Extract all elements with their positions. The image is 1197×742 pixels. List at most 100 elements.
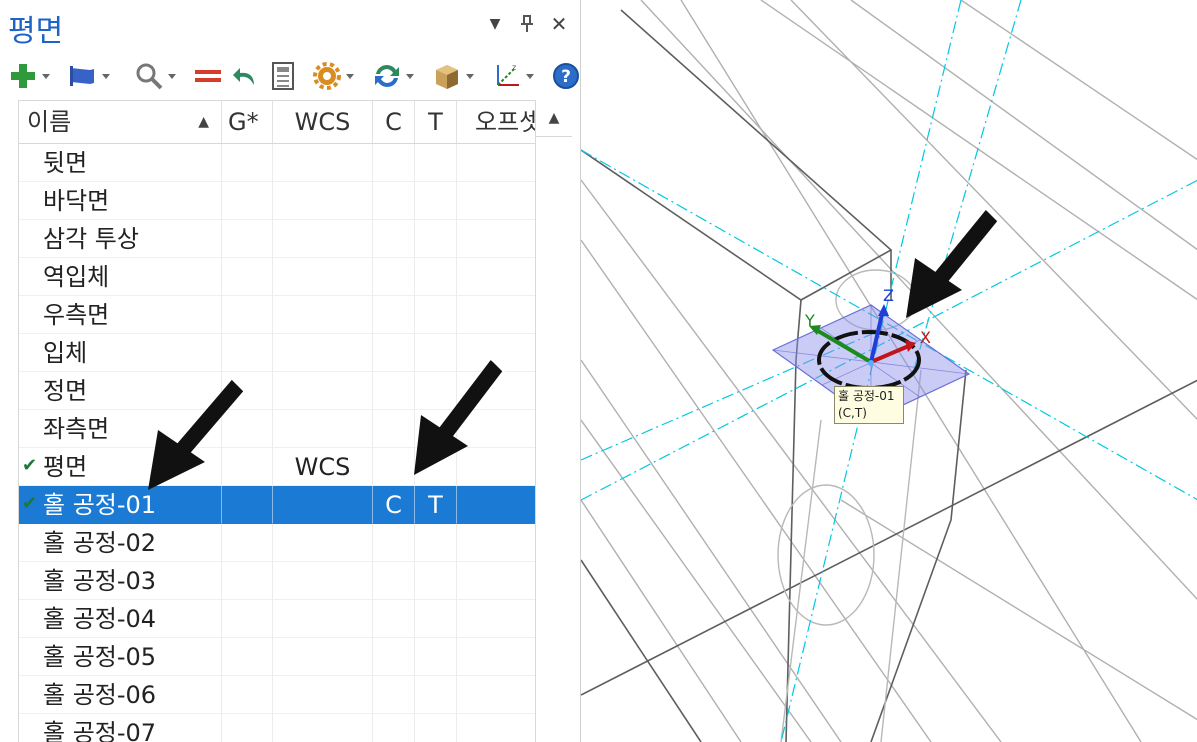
settings-button[interactable] bbox=[312, 58, 354, 94]
add-icon bbox=[8, 61, 38, 91]
cell-name: 홀 공정-04 bbox=[19, 600, 222, 638]
cell-g bbox=[222, 448, 273, 486]
zoom-button[interactable] bbox=[134, 58, 176, 94]
cell-t bbox=[415, 220, 457, 258]
column-label-name: 이름 bbox=[27, 108, 72, 136]
table-row[interactable]: 우측면 bbox=[19, 296, 536, 334]
cell-wcs bbox=[273, 334, 373, 372]
cell-g bbox=[222, 144, 273, 182]
table-row[interactable]: 바닥면 bbox=[19, 182, 536, 220]
table-row[interactable]: 역입체 bbox=[19, 258, 536, 296]
table-row[interactable]: 삼각 투상 bbox=[19, 220, 536, 258]
panel-title: 평면 bbox=[8, 14, 64, 49]
cell-off bbox=[457, 410, 536, 448]
undo-button[interactable] bbox=[230, 58, 260, 94]
cell-c bbox=[373, 638, 415, 676]
equals-button[interactable] bbox=[194, 58, 222, 94]
cell-t bbox=[415, 258, 457, 296]
cell-name: 뒷면 bbox=[19, 144, 222, 182]
cell-wcs bbox=[273, 296, 373, 334]
cell-g bbox=[222, 600, 273, 638]
cell-g bbox=[222, 372, 273, 410]
flag-button[interactable] bbox=[68, 58, 110, 94]
cell-c bbox=[373, 220, 415, 258]
cell-t bbox=[415, 524, 457, 562]
table-row[interactable]: 입체 bbox=[19, 334, 536, 372]
cell-wcs bbox=[273, 600, 373, 638]
table-row[interactable]: 홀 공정-05 bbox=[19, 638, 536, 676]
column-header-g[interactable]: G* bbox=[222, 101, 273, 143]
calculator-icon bbox=[270, 61, 296, 91]
cell-g bbox=[222, 714, 273, 742]
scroll-up-icon[interactable]: ▲ bbox=[536, 100, 572, 137]
column-header-name[interactable]: 이름 ▲ bbox=[19, 101, 222, 143]
table-row[interactable]: 좌측면 bbox=[19, 410, 536, 448]
cell-g bbox=[222, 486, 273, 524]
cell-wcs bbox=[273, 372, 373, 410]
cell-wcs bbox=[273, 182, 373, 220]
plane-tooltip: 홀 공정-01 (C,T) bbox=[834, 386, 904, 424]
column-header-t[interactable]: T bbox=[415, 101, 457, 143]
cell-off bbox=[457, 524, 536, 562]
cell-wcs bbox=[273, 676, 373, 714]
3d-viewport[interactable]: Y X Z 홀 공정-01 (C,T) bbox=[580, 0, 1197, 742]
table-row[interactable]: 홀 공정-02 bbox=[19, 524, 536, 562]
cell-g bbox=[222, 562, 273, 600]
box-button[interactable] bbox=[432, 58, 474, 94]
cell-wcs: WCS bbox=[273, 448, 373, 486]
table-vertical-scrollbar[interactable]: ▲ bbox=[535, 100, 572, 742]
sort-ascending-icon: ▲ bbox=[198, 114, 209, 130]
cell-g bbox=[222, 410, 273, 448]
help-button[interactable]: ? bbox=[552, 58, 580, 94]
table-row[interactable]: 홀 공정-04 bbox=[19, 600, 536, 638]
cell-name: 역입체 bbox=[19, 258, 222, 296]
close-icon[interactable]: ✕ bbox=[548, 12, 570, 36]
cell-name: 홀 공정-02 bbox=[19, 524, 222, 562]
cell-name: 입체 bbox=[19, 334, 222, 372]
table-row[interactable]: 평면 WCS bbox=[19, 448, 536, 486]
cell-t bbox=[415, 448, 457, 486]
cell-c bbox=[373, 448, 415, 486]
cell-g bbox=[222, 220, 273, 258]
add-button[interactable] bbox=[8, 58, 50, 94]
column-header-wcs[interactable]: WCS bbox=[273, 101, 373, 143]
tooltip-title: 홀 공정-01 bbox=[838, 389, 895, 403]
y-axis-label: Y bbox=[804, 311, 815, 330]
table-row[interactable]: 홀 공정-01 C T bbox=[19, 486, 536, 524]
cell-t bbox=[415, 676, 457, 714]
help-icon: ? bbox=[552, 62, 580, 90]
table-row[interactable]: 뒷면 bbox=[19, 144, 536, 182]
cell-t bbox=[415, 638, 457, 676]
svg-text:z: z bbox=[512, 63, 516, 72]
cell-off bbox=[457, 600, 536, 638]
calculator-button[interactable] bbox=[270, 58, 296, 94]
panel-menu-dropdown-icon[interactable]: ▼ bbox=[484, 12, 506, 36]
column-header-offset[interactable]: 오프셋 bbox=[457, 101, 536, 143]
cell-off bbox=[457, 486, 536, 524]
cell-c bbox=[373, 182, 415, 220]
cell-c bbox=[373, 410, 415, 448]
table-row[interactable]: 홀 공정-06 bbox=[19, 676, 536, 714]
table-row[interactable]: 홀 공정-03 bbox=[19, 562, 536, 600]
cell-c: C bbox=[373, 486, 415, 524]
model-canvas[interactable]: Y X Z bbox=[581, 0, 1197, 742]
cell-t bbox=[415, 334, 457, 372]
cell-name: 홀 공정-01 bbox=[19, 486, 222, 524]
cell-off bbox=[457, 448, 536, 486]
axes-icon: z bbox=[492, 61, 522, 91]
cell-wcs bbox=[273, 258, 373, 296]
cell-g bbox=[222, 258, 273, 296]
cell-name: 우측면 bbox=[19, 296, 222, 334]
planes-table: 이름 ▲ G* WCS C T 오프셋 뒷면 바닥면 삼각 투상 역입체 우측면 입체 정면… bbox=[18, 100, 537, 742]
cell-off bbox=[457, 144, 536, 182]
cell-name: 홀 공정-03 bbox=[19, 562, 222, 600]
column-header-c[interactable]: C bbox=[373, 101, 415, 143]
table-row[interactable]: 정면 bbox=[19, 372, 536, 410]
refresh-button[interactable] bbox=[372, 58, 414, 94]
flag-icon bbox=[68, 61, 98, 91]
table-row[interactable]: 홀 공정-07 bbox=[19, 714, 536, 742]
cell-c bbox=[373, 600, 415, 638]
axes-button[interactable]: z bbox=[492, 58, 534, 94]
pin-icon[interactable] bbox=[516, 12, 538, 36]
cell-wcs bbox=[273, 638, 373, 676]
